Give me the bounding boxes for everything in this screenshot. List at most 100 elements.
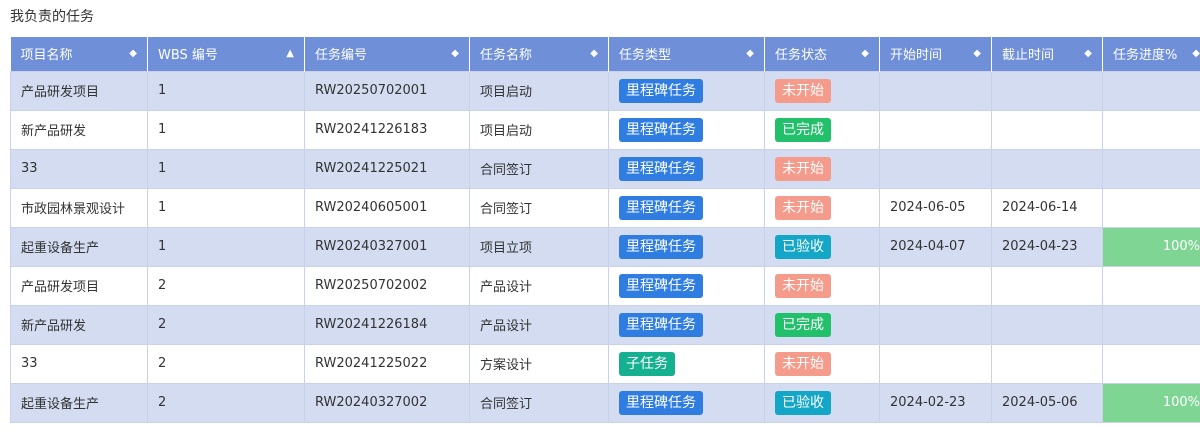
table-row[interactable]: 33 2 RW20241225022 方案设计 子任务 未开始 [10,343,1200,384]
task-status-badge: 已验收 [775,390,831,415]
cell-task-type: 里程碑任务 [608,187,765,228]
task-type-badge: 里程碑任务 [619,312,703,337]
table-row[interactable]: 产品研发项目 1 RW20250702001 项目启动 里程碑任务 未开始 [10,70,1200,111]
cell-start-time [879,304,992,345]
cell-wbs-no: 1 [147,109,305,150]
sort-both-icon[interactable]: ◆ [1084,48,1092,59]
cell-task-progress [1102,304,1200,345]
cell-task-name: 合同签订 [469,382,609,423]
table-row[interactable]: 新产品研发 2 RW20241226184 产品设计 里程碑任务 已完成 [10,304,1200,345]
cell-task-status: 未开始 [764,148,880,189]
task-status-badge: 未开始 [775,195,831,220]
cell-wbs-no: 2 [147,265,305,306]
column-header-project-name[interactable]: 项目名称 ◆ [10,37,148,71]
column-header-task-name[interactable]: 任务名称 ◆ [469,37,609,71]
cell-project-name: 新产品研发 [10,109,148,150]
cell-start-time: 2024-02-23 [879,382,992,423]
cell-project-name: 新产品研发 [10,304,148,345]
task-status-badge: 未开始 [775,156,831,181]
cell-end-time [991,304,1103,345]
sort-both-icon[interactable]: ◆ [451,48,459,59]
column-header-start-time[interactable]: 开始时间 ◆ [879,37,992,71]
cell-task-no: RW20241226184 [304,304,470,345]
task-status-badge: 未开始 [775,351,831,376]
sort-both-icon[interactable]: ◆ [746,48,754,59]
cell-end-time [991,343,1103,384]
sort-both-icon[interactable]: ◆ [129,48,137,59]
sort-both-icon[interactable]: ◆ [861,48,869,59]
table-row[interactable]: 市政园林景观设计 1 RW20240605001 合同签订 里程碑任务 未开始 2024-0… [10,187,1200,228]
cell-wbs-no: 2 [147,304,305,345]
cell-task-status: 已完成 [764,109,880,150]
column-header-end-time[interactable]: 截止时间 ◆ [991,37,1103,71]
cell-task-type: 里程碑任务 [608,382,765,423]
cell-end-time: 2024-04-23 [991,226,1103,267]
cell-task-status: 已验收 [764,226,880,267]
table-row[interactable]: 产品研发项目 2 RW20250702002 产品设计 里程碑任务 未开始 [10,265,1200,306]
table-row[interactable]: 起重设备生产 2 RW20240327002 合同签订 里程碑任务 已验收 2024-02-… [10,382,1200,423]
cell-project-name: 33 [10,148,148,189]
cell-start-time [879,148,992,189]
cell-end-time [991,70,1103,111]
cell-task-name: 产品设计 [469,304,609,345]
cell-task-no: RW20250702001 [304,70,470,111]
cell-task-name: 方案设计 [469,343,609,384]
task-table-container: 项目名称 ◆ WBS 编号 ▲ 任务编号 ◆ 任务名称 ◆ 任务类型 ◆ 任务状态 ◆ 开始时间 ◆ 截止时… [10,37,1200,429]
cell-project-name: 产品研发项目 [10,70,148,111]
cell-task-name: 产品设计 [469,265,609,306]
cell-task-name: 合同签订 [469,148,609,189]
sort-asc-icon[interactable]: ▲ [286,48,294,59]
column-header-label: 开始时间 [890,48,943,64]
cell-task-status: 已验收 [764,382,880,423]
cell-start-time [879,265,992,306]
task-type-badge: 里程碑任务 [619,78,703,103]
cell-wbs-no: 1 [147,70,305,111]
cell-project-name: 33 [10,343,148,384]
cell-end-time: 2024-06-14 [991,187,1103,228]
cell-start-time: 2024-04-07 [879,226,992,267]
cell-start-time [879,343,992,384]
column-header-label: 截止时间 [1002,48,1055,64]
task-type-badge: 里程碑任务 [619,156,703,181]
column-header-task-type[interactable]: 任务类型 ◆ [608,37,765,71]
column-header-label: 任务状态 [775,48,828,64]
cell-task-progress [1102,343,1200,384]
column-header-label: 项目名称 [20,48,73,64]
cell-task-type: 里程碑任务 [608,226,765,267]
cell-task-no: RW20240605001 [304,187,470,228]
task-status-badge: 已完成 [775,312,831,337]
column-header-label: 任务名称 [480,48,533,64]
cell-wbs-no: 1 [147,226,305,267]
sort-both-icon[interactable]: ◆ [590,48,598,59]
cell-task-status: 已完成 [764,304,880,345]
cell-task-progress [1102,187,1200,228]
task-type-badge: 里程碑任务 [619,117,703,142]
cell-wbs-no: 2 [147,382,305,423]
table-row[interactable]: 起重设备生产 1 RW20240327001 项目立项 里程碑任务 已验收 2024-04-… [10,226,1200,267]
task-status-badge: 已验收 [775,234,831,259]
sort-both-icon[interactable]: ◆ [1192,48,1200,59]
task-type-badge: 里程碑任务 [619,273,703,298]
column-header-task-no[interactable]: 任务编号 ◆ [304,37,470,71]
cell-end-time: 2024-05-06 [991,382,1103,423]
cell-task-status: 未开始 [764,70,880,111]
column-header-task-status[interactable]: 任务状态 ◆ [764,37,880,71]
cell-task-no: RW20241225021 [304,148,470,189]
column-header-label: WBS 编号 [158,48,218,64]
cell-task-type: 子任务 [608,343,765,384]
task-status-badge: 已完成 [775,117,831,142]
table-row[interactable]: 33 1 RW20241225021 合同签订 里程碑任务 未开始 [10,148,1200,189]
column-header-wbs-no[interactable]: WBS 编号 ▲ [147,37,305,71]
table-header: 项目名称 ◆ WBS 编号 ▲ 任务编号 ◆ 任务名称 ◆ 任务类型 ◆ 任务状态 ◆ 开始时间 ◆ 截止时… [10,37,1200,71]
cell-task-name: 项目立项 [469,226,609,267]
cell-task-status: 未开始 [764,265,880,306]
task-type-badge: 子任务 [619,351,675,376]
page-title: 我负责的任务 [10,9,94,25]
table-row[interactable]: 新产品研发 1 RW20241226183 项目启动 里程碑任务 已完成 [10,109,1200,150]
cell-task-name: 项目启动 [469,109,609,150]
column-header-task-progress[interactable]: 任务进度% ◆ [1102,37,1200,71]
sort-both-icon[interactable]: ◆ [973,48,981,59]
column-header-label: 任务编号 [315,48,368,64]
cell-start-time [879,70,992,111]
task-table: 项目名称 ◆ WBS 编号 ▲ 任务编号 ◆ 任务名称 ◆ 任务类型 ◆ 任务状态 ◆ 开始时间 ◆ 截止时… [10,37,1200,423]
